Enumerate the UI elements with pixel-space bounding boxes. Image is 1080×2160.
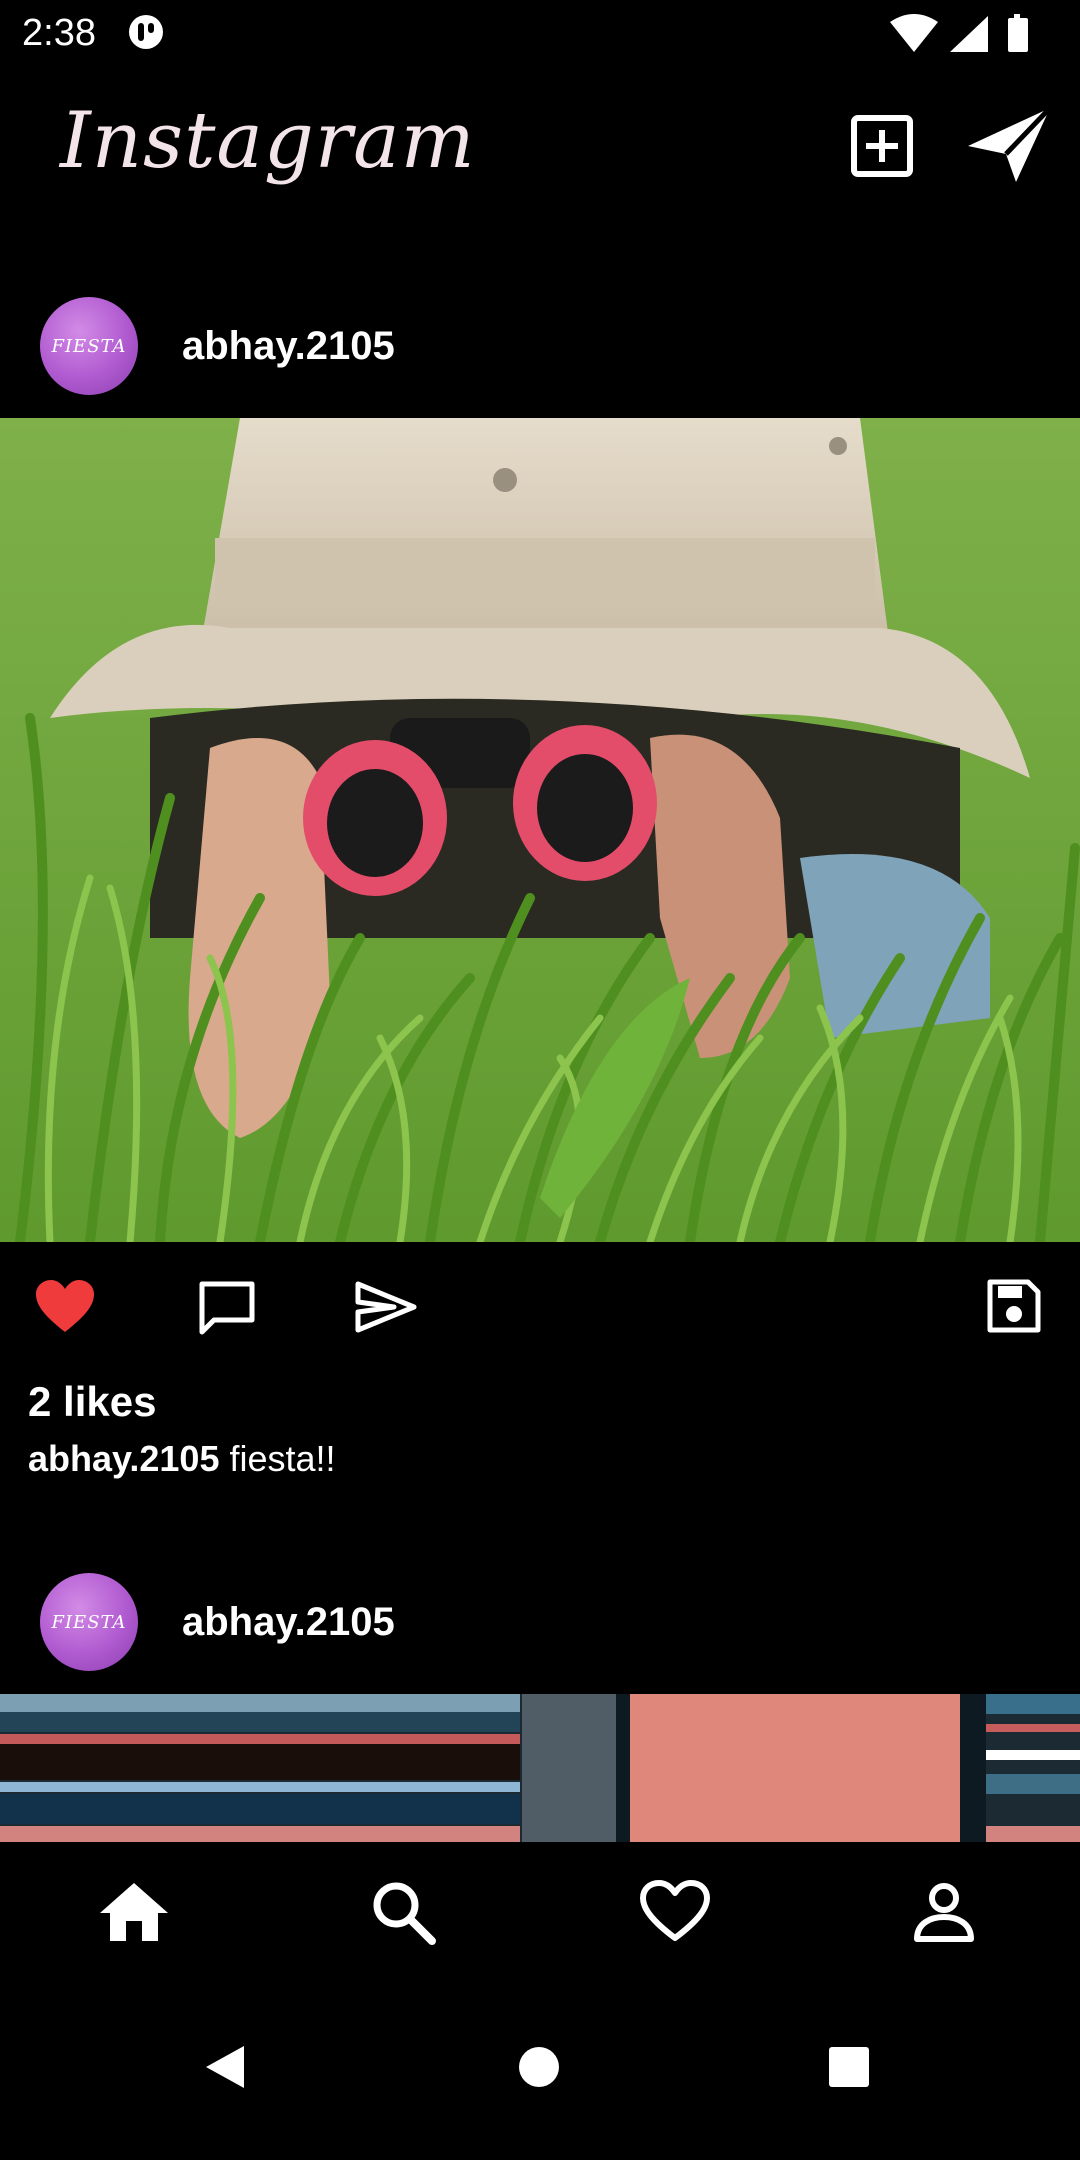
square-recents-icon — [829, 2047, 869, 2087]
search-icon — [373, 1882, 436, 1945]
save-icon — [987, 1279, 1041, 1333]
post-caption: abhay.2105 fiesta!! — [28, 1438, 336, 1480]
heart-filled-icon — [36, 1280, 94, 1332]
circle-home-icon — [519, 2047, 559, 2087]
nav-search[interactable] — [353, 1862, 453, 1962]
direct-message-button[interactable] — [962, 102, 1056, 186]
avatar-text: FIESTA — [51, 335, 127, 357]
new-post-button[interactable] — [842, 106, 922, 186]
save-button[interactable] — [986, 1278, 1042, 1334]
app-notification-icon — [128, 14, 164, 50]
share-button[interactable] — [354, 1280, 418, 1334]
post-header: FIESTA abhay.2105 — [0, 1552, 1080, 1692]
plus-square-icon — [851, 115, 913, 177]
avatar-text: FIESTA — [51, 1611, 127, 1633]
wifi-icon — [890, 14, 938, 52]
post-actions — [0, 1242, 1080, 1372]
nav-home[interactable] — [84, 1862, 184, 1962]
back-icon — [206, 2046, 244, 2088]
instagram-logo: Instagram — [60, 96, 476, 186]
like-button[interactable] — [34, 1278, 96, 1336]
comment-icon — [199, 1281, 255, 1335]
nav-profile[interactable] — [894, 1862, 994, 1962]
post-username[interactable]: abhay.2105 — [182, 324, 395, 369]
paper-plane-icon — [968, 106, 1052, 182]
battery-icon — [1008, 14, 1028, 52]
recents-button[interactable] — [828, 2046, 870, 2088]
avatar[interactable]: FIESTA — [40, 1573, 138, 1671]
system-nav-bar — [0, 1974, 1080, 2160]
post-header: FIESTA abhay.2105 — [0, 276, 1080, 416]
caption-username[interactable]: abhay.2105 — [28, 1438, 219, 1479]
post-username[interactable]: abhay.2105 — [182, 1600, 395, 1645]
cell-signal-icon — [950, 16, 988, 52]
status-time: 2:38 — [22, 12, 96, 54]
send-icon — [355, 1281, 417, 1333]
caption-text: fiesta!! — [229, 1438, 336, 1479]
status-icons — [888, 12, 1058, 54]
likes-count[interactable]: 2 likes — [28, 1378, 156, 1426]
bottom-nav — [0, 1842, 1080, 1974]
nav-activity[interactable] — [625, 1862, 725, 1962]
home-system-button[interactable] — [518, 2046, 560, 2088]
post-image[interactable] — [0, 418, 1080, 1247]
home-icon — [100, 1883, 168, 1941]
status-bar: 2:38 — [0, 0, 1080, 66]
comment-button[interactable] — [196, 1278, 258, 1336]
profile-icon — [914, 1883, 974, 1942]
post-image[interactable] — [0, 1694, 1080, 1842]
back-button[interactable] — [200, 2042, 250, 2092]
heart-icon — [640, 1880, 710, 1941]
avatar[interactable]: FIESTA — [40, 297, 138, 395]
app-header: Instagram — [0, 66, 1080, 276]
